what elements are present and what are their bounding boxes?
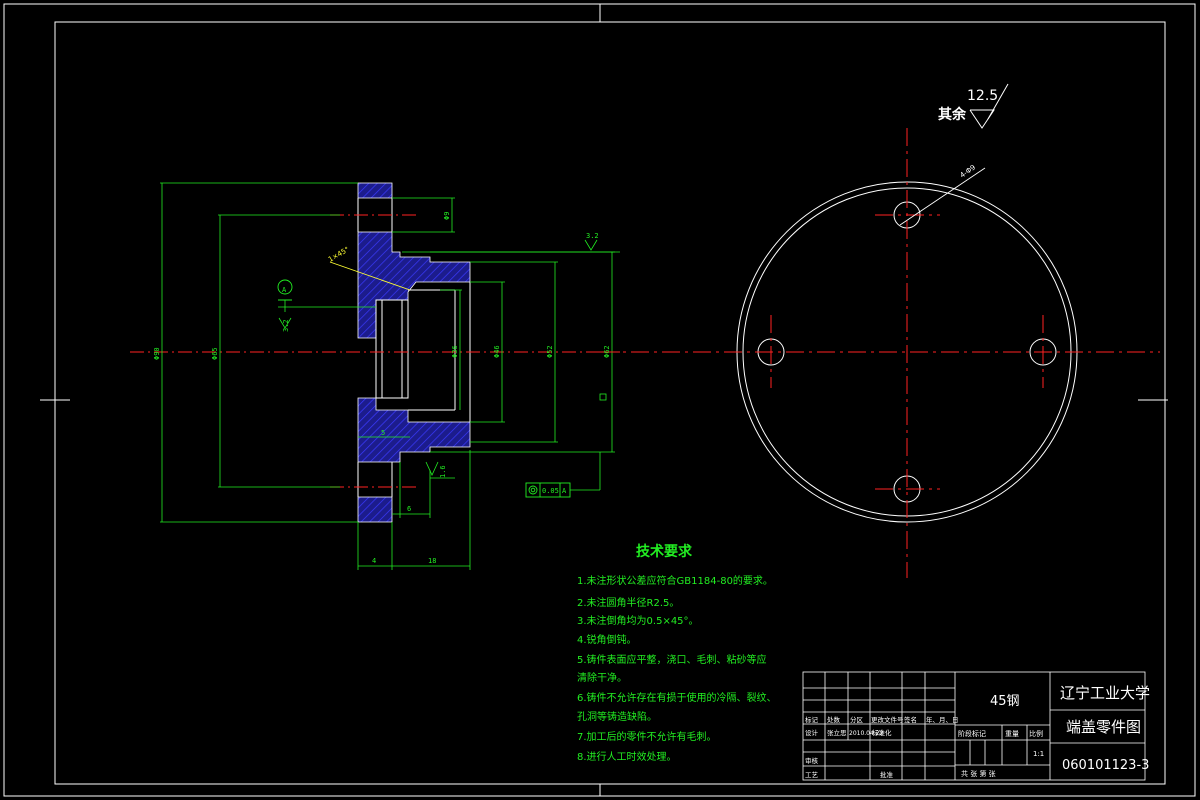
- dim-len-5: 5: [381, 429, 385, 437]
- tb-review: 审核: [805, 756, 819, 765]
- dim-hole: Φ9: [443, 212, 451, 220]
- sheet-text: 共 张 第 张: [961, 769, 996, 778]
- hole-lead-text: 4-Φ9: [959, 163, 977, 179]
- dim-d62: Φ62: [603, 345, 611, 358]
- tb-zone: 分区: [850, 715, 864, 724]
- roughness-note: 12.5 其余: [938, 83, 1009, 129]
- material-text: 45钢: [990, 694, 1020, 709]
- roughness-label: 其余: [938, 106, 967, 123]
- tech-item-7: 7.加工后的零件不允许有毛刺。: [577, 730, 717, 743]
- rough-b: 3.2: [586, 232, 599, 240]
- tb-sign: 签名: [904, 715, 917, 724]
- tech-item-4: 4.锐角倒钝。: [577, 633, 637, 646]
- small-marker: [599, 393, 607, 401]
- tech-title: 技术要求: [636, 543, 693, 560]
- dim-len-6: 6: [407, 505, 411, 513]
- drawing-number: 060101123-3: [1062, 758, 1149, 773]
- cad-drawing: 12.5 其余 Φ90 Φ65 Φ36 Φ46 Φ52 Φ62 Φ9 5 6 4…: [3, 3, 1196, 797]
- dim-len-4: 4: [372, 557, 376, 565]
- tb-standard: 标准化: [872, 728, 892, 737]
- tech-item-1: 1.未注形状公差应符合GB1184-80的要求。: [577, 574, 773, 587]
- tb-doc: 更改文件号: [871, 715, 904, 724]
- chamfer-text: 1×45°: [327, 245, 351, 263]
- dim-d36: Φ36: [451, 345, 459, 358]
- tol-value: 0.05: [542, 487, 559, 495]
- tech-requirements: 技术要求 1.未注形状公差应符合GB1184-80的要求。 2.未注圆角半径R2…: [577, 543, 777, 763]
- front-view: [600, 128, 1160, 578]
- title-block: 45钢 辽宁工业大学 端盖零件图 060101123-3 1:1 共 张 第 张…: [802, 671, 1150, 781]
- rough-a: 3.2: [282, 319, 290, 332]
- tech-item-3: 3.未注倒角均为0.5×45°。: [577, 614, 699, 627]
- tech-item-2: 2.未注圆角半径R2.5。: [577, 596, 679, 609]
- tb-count: 处数: [827, 715, 841, 724]
- tech-item-6: 6.铸件不允许存在有损于使用的冷隔、裂纹、: [577, 691, 777, 704]
- stage-label-2: 重量: [1005, 730, 1019, 738]
- tech-item-8: 8.进行人工时效处理。: [577, 750, 677, 763]
- tb-process: 工艺: [805, 771, 819, 779]
- dim-d46: Φ46: [493, 345, 501, 358]
- school-name: 辽宁工业大学: [1060, 684, 1150, 702]
- tb-design: 设计: [805, 728, 819, 737]
- tb-ymd: 年、月、日: [926, 715, 959, 724]
- tb-designer: 张立思: [827, 728, 847, 737]
- tol-datum: A: [562, 487, 567, 495]
- stage-label-3: 比例: [1029, 729, 1043, 738]
- dimension-texts: Φ90 Φ65 Φ36 Φ46 Φ52 Φ62 Φ9 5 6 4 18 A 3.…: [153, 163, 977, 565]
- rough-c: 1.6: [439, 465, 447, 478]
- scale-text: 1:1: [1033, 750, 1044, 758]
- dim-d65: Φ65: [211, 347, 219, 360]
- roughness-value: 12.5: [967, 88, 998, 104]
- stage-label-1: 阶段标记: [958, 729, 986, 738]
- part-name: 端盖零件图: [1066, 718, 1141, 736]
- dim-d52: Φ52: [546, 345, 554, 358]
- dim-d90: Φ90: [153, 347, 161, 360]
- tech-item-6b: 孔洞等铸造缺陷。: [577, 710, 657, 723]
- tech-item-5: 5.铸件表面应平整，浇口、毛刺、粘砂等应: [577, 653, 767, 666]
- datum-letter: A: [282, 286, 287, 294]
- tb-mark: 标记: [805, 715, 819, 724]
- tech-item-5b: 清除干净。: [577, 671, 627, 684]
- tb-approve: 批准: [880, 770, 894, 779]
- dim-len-18: 18: [428, 557, 436, 565]
